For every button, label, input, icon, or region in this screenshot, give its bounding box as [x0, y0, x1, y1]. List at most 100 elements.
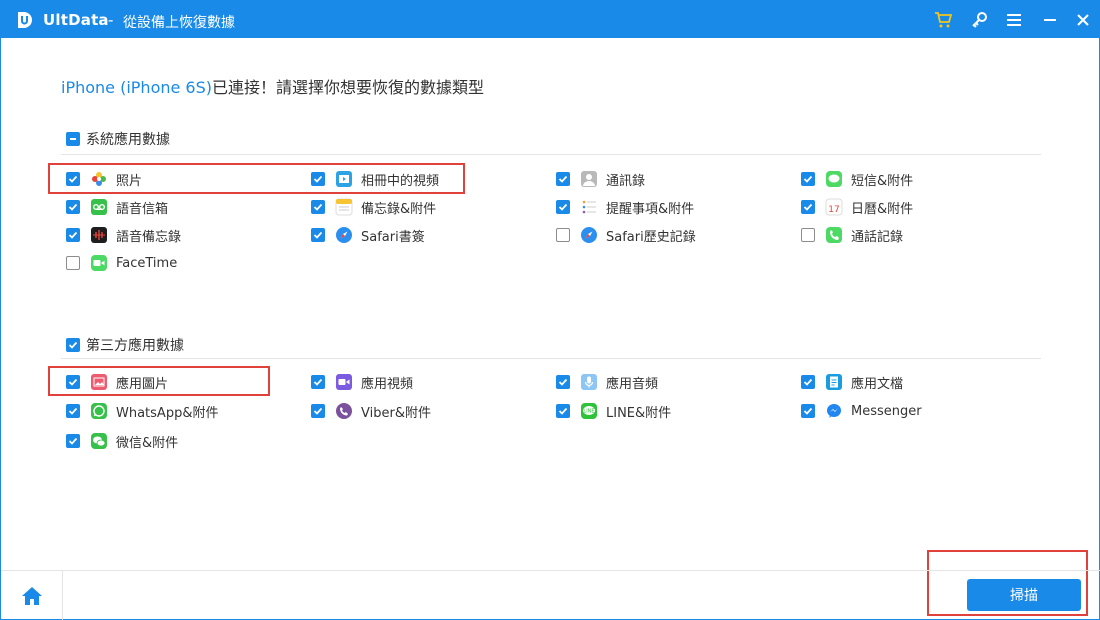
option-label: 短信&附件	[851, 173, 914, 189]
option-label: 通話記錄	[851, 229, 904, 245]
ultdata-logo-icon	[15, 10, 35, 30]
voice-memos-icon	[90, 226, 108, 244]
option-label: Safari歷史記錄	[606, 229, 696, 245]
option-checkbox[interactable]	[556, 200, 570, 214]
option-wechat-8[interactable]: 微信&附件	[66, 430, 178, 452]
system-section-label: 系統應用數據	[86, 132, 170, 148]
ultdata-window: UltData - 從設備上恢復數據 iPhone (iPhone 6S)已連接…	[0, 0, 1100, 620]
app-video-icon	[335, 373, 353, 391]
app-audio-icon	[580, 373, 598, 391]
option-checkbox[interactable]	[66, 404, 80, 418]
home-icon[interactable]	[20, 585, 44, 607]
option-contacts-2[interactable]: 通訊錄	[556, 168, 645, 190]
highlight-box-app-photos	[48, 366, 270, 396]
menu-icon[interactable]	[1003, 9, 1025, 31]
cart-icon[interactable]	[932, 9, 954, 31]
option-line-6[interactable]: LINE LINE&附件	[556, 400, 671, 422]
heading-text: 已連接！請選擇你想要恢復的數據類型	[212, 78, 485, 97]
option-checkbox[interactable]	[311, 228, 325, 242]
option-safari-10[interactable]: Safari歷史記錄	[556, 224, 696, 246]
option-checkbox[interactable]	[311, 404, 325, 418]
option-phone-11[interactable]: 通話記錄	[801, 224, 903, 246]
option-checkbox[interactable]	[66, 434, 80, 448]
safari-icon	[580, 226, 598, 244]
option-voicemail-4[interactable]: 語音信箱	[66, 196, 168, 218]
title-bar: UltData - 從設備上恢復數據	[1, 1, 1100, 38]
third-party-section-divider	[61, 358, 1041, 359]
system-section-checkbox[interactable]	[66, 132, 80, 146]
viber-icon	[335, 402, 353, 420]
option-viber-5[interactable]: Viber&附件	[311, 400, 431, 422]
option-app-document-3[interactable]: 應用文檔	[801, 371, 903, 393]
voicemail-icon	[90, 198, 108, 216]
option-messenger-7[interactable]: Messenger	[801, 400, 922, 422]
messenger-icon	[825, 402, 843, 420]
option-checkbox[interactable]	[801, 375, 815, 389]
footer-vertical-divider	[62, 571, 63, 620]
device-name: iPhone (iPhone 6S)	[61, 78, 213, 97]
svg-text:17: 17	[828, 205, 839, 215]
reminders-icon	[580, 198, 598, 216]
option-checkbox[interactable]	[801, 228, 815, 242]
wechat-icon	[90, 432, 108, 450]
key-icon[interactable]	[969, 9, 991, 31]
option-checkbox[interactable]	[801, 404, 815, 418]
option-checkbox[interactable]	[556, 172, 570, 186]
option-voice-memos-8[interactable]: 語音備忘錄	[66, 224, 181, 246]
highlight-box-photos-videos	[48, 163, 465, 194]
option-label: FaceTime	[116, 255, 178, 271]
contacts-icon	[580, 170, 598, 188]
footer-divider	[1, 570, 1100, 571]
option-label: Viber&附件	[361, 405, 431, 421]
option-label: 語音信箱	[116, 201, 169, 217]
minimize-icon[interactable]	[1039, 9, 1061, 31]
option-label: 提醒事項&附件	[606, 201, 695, 217]
third-party-section-checkbox[interactable]	[66, 338, 80, 352]
option-reminders-6[interactable]: 提醒事項&附件	[556, 196, 694, 218]
option-checkbox[interactable]	[66, 228, 80, 242]
option-checkbox[interactable]	[556, 375, 570, 389]
option-app-audio-2[interactable]: 應用音頻	[556, 371, 658, 393]
option-calendar-7[interactable]: 17 日曆&附件	[801, 196, 913, 218]
option-label: 通訊錄	[606, 173, 646, 189]
svg-text:LINE: LINE	[583, 409, 594, 415]
option-label: WhatsApp&附件	[116, 405, 219, 421]
option-checkbox[interactable]	[556, 404, 570, 418]
option-checkbox[interactable]	[66, 200, 80, 214]
option-checkbox[interactable]	[801, 200, 815, 214]
option-checkbox[interactable]	[311, 375, 325, 389]
scan-button[interactable]: 掃描	[967, 579, 1081, 611]
close-icon[interactable]	[1072, 9, 1094, 31]
safari-icon	[335, 226, 353, 244]
option-messages-3[interactable]: 短信&附件	[801, 168, 913, 190]
option-checkbox[interactable]	[556, 228, 570, 242]
option-checkbox[interactable]	[66, 256, 80, 270]
option-checkbox[interactable]	[801, 172, 815, 186]
third-party-section-label: 第三方應用數據	[86, 338, 184, 354]
option-label: 應用音頻	[606, 376, 659, 392]
line-icon: LINE	[580, 402, 598, 420]
option-label: 微信&附件	[116, 435, 179, 451]
option-safari-9[interactable]: Safari書簽	[311, 224, 425, 246]
calendar-icon: 17	[825, 198, 843, 216]
option-whatsapp-4[interactable]: WhatsApp&附件	[66, 400, 218, 422]
third-party-section-header[interactable]: 第三方應用數據	[66, 335, 184, 355]
app-name: UltData	[43, 11, 109, 29]
app-document-icon	[825, 373, 843, 391]
messages-icon	[825, 170, 843, 188]
option-facetime-12[interactable]: FaceTime	[66, 252, 177, 274]
option-label: Messenger	[851, 403, 922, 419]
option-app-video-1[interactable]: 應用視頻	[311, 371, 413, 393]
facetime-icon	[90, 254, 108, 272]
option-label: 應用視頻	[361, 376, 414, 392]
page-heading: iPhone (iPhone 6S)已連接！請選擇你想要恢復的數據類型	[61, 74, 484, 98]
option-notes-5[interactable]: 備忘錄&附件	[311, 196, 436, 218]
option-label: 日曆&附件	[851, 201, 914, 217]
window-title: 從設備上恢復數據	[123, 15, 235, 31]
option-label: 應用文檔	[851, 376, 904, 392]
option-checkbox[interactable]	[311, 200, 325, 214]
option-label: LINE&附件	[606, 405, 672, 421]
system-section-header[interactable]: 系統應用數據	[66, 129, 170, 149]
option-label: 備忘錄&附件	[361, 201, 437, 217]
system-section-divider	[61, 154, 1041, 155]
